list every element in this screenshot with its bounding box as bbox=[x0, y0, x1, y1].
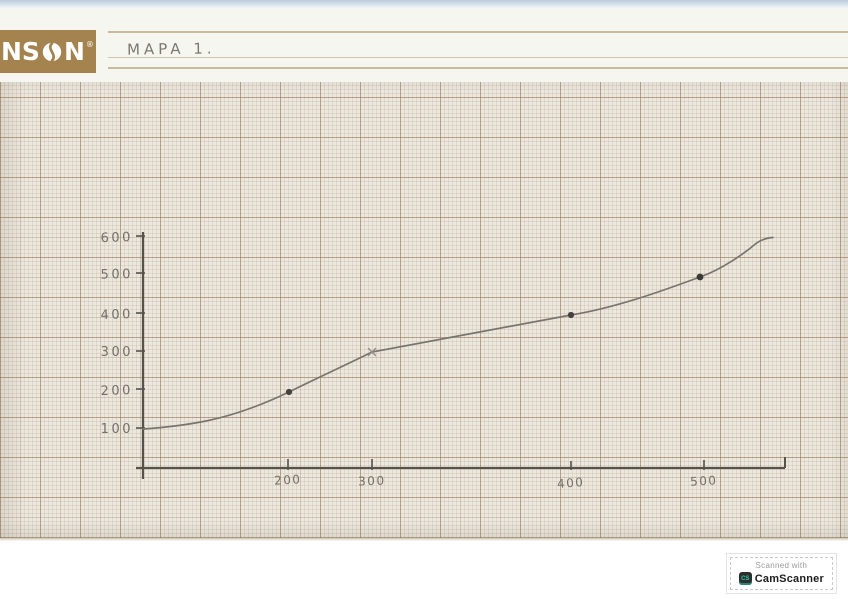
scanned-graph-photo: NS N ® MAPA 1. bbox=[0, 0, 848, 599]
y-tick-label: 600 bbox=[100, 230, 133, 246]
x-tick-label: 300 bbox=[358, 474, 386, 489]
graph-paper: 600 500 400 300 200 100 200 300 400 500 bbox=[0, 82, 848, 538]
canson-logo: NS N ® bbox=[0, 30, 96, 73]
canson-leaf-icon bbox=[41, 41, 63, 63]
hand-drawn-chart: 600 500 400 300 200 100 200 300 400 500 bbox=[0, 82, 848, 538]
ruled-line bbox=[108, 67, 848, 69]
y-tick-label: 100 bbox=[101, 422, 133, 437]
ruled-line bbox=[108, 31, 848, 33]
badge-brand-text: CamScanner bbox=[755, 573, 824, 585]
x-tick-label: 200 bbox=[274, 472, 302, 487]
logo-text-left: NS bbox=[1, 39, 40, 64]
camscanner-app-icon: CS bbox=[739, 572, 752, 585]
y-tick-label: 200 bbox=[100, 383, 133, 399]
camscanner-badge-frame: Scanned with CS CamScanner bbox=[730, 557, 833, 590]
y-tick-label: 500 bbox=[100, 267, 133, 283]
y-tick-label: 300 bbox=[101, 345, 133, 360]
x-tick-label: 500 bbox=[690, 473, 718, 488]
logo-text-right: N bbox=[64, 39, 85, 64]
ruled-line bbox=[108, 57, 848, 58]
scan-edge-strip bbox=[0, 0, 848, 8]
data-point-dot bbox=[568, 312, 574, 318]
y-tick-label: 400 bbox=[100, 307, 133, 323]
x-tick-label: 400 bbox=[557, 475, 585, 491]
camscanner-badge: Scanned with CS CamScanner bbox=[727, 554, 836, 593]
canson-logo-text: NS N bbox=[1, 39, 85, 64]
paper-bottom-edge bbox=[0, 538, 848, 541]
handwritten-title: MAPA 1. bbox=[127, 39, 216, 58]
paper-header: NS N ® MAPA 1. bbox=[0, 8, 848, 82]
data-point-dot bbox=[286, 389, 292, 395]
registered-mark: ® bbox=[86, 40, 94, 49]
badge-scanned-with-text: Scanned with bbox=[739, 561, 824, 570]
data-point-dot bbox=[697, 274, 704, 281]
data-curve bbox=[143, 238, 773, 430]
